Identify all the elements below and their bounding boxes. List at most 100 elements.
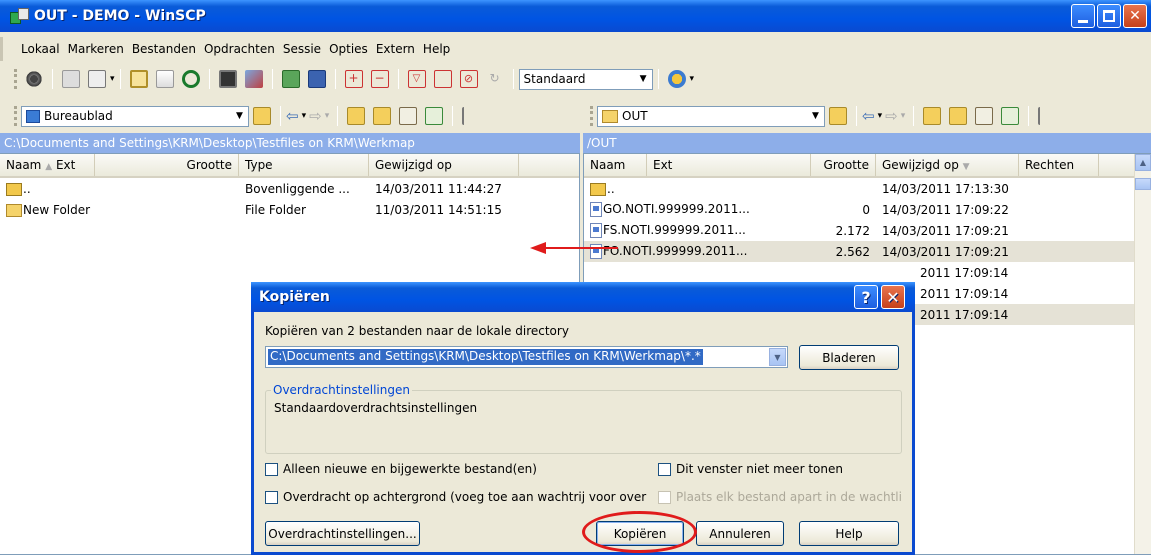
help-button[interactable]: Help (799, 521, 899, 546)
list-item[interactable]: GO.NOTI.999999.2011... 0 14/03/2011 17:0… (584, 199, 1151, 220)
compare-icon[interactable] (62, 70, 80, 88)
keep-up-to-date-icon[interactable] (155, 70, 174, 88)
target-directory-combo[interactable]: C:\Documents and Settings\KRM\Desktop\Te… (265, 346, 788, 368)
maximize-button[interactable] (1097, 4, 1121, 28)
chevron-down-icon[interactable]: ▾ (302, 111, 307, 121)
chevron-down-icon[interactable]: ▾ (110, 74, 115, 84)
cancel-button[interactable]: Annuleren (696, 521, 784, 546)
tree-view-icon[interactable] (462, 107, 480, 125)
reload-icon[interactable]: ↻ (486, 70, 504, 88)
menu-markeren[interactable]: Markeren (64, 42, 128, 56)
open-directory-icon[interactable] (829, 107, 847, 125)
menu-bestanden[interactable]: Bestanden (128, 42, 200, 56)
col-size[interactable]: Grootte (811, 154, 876, 176)
copy-dialog: Kopiëren ? ✕ Kopiëren van 2 bestanden na… (251, 282, 915, 555)
scrollbar-thumb[interactable] (1135, 178, 1151, 190)
menu-opties[interactable]: Opties (325, 42, 372, 56)
close-icon[interactable]: ✕ (881, 285, 905, 309)
refresh-session-icon[interactable] (181, 70, 200, 88)
col-ext[interactable]: Ext (647, 154, 811, 176)
vertical-scrollbar[interactable]: ▲ (1134, 154, 1151, 554)
chevron-down-icon[interactable]: ▼ (231, 107, 248, 126)
list-item[interactable]: .. Bovenliggende ... 14/03/2011 11:44:27 (0, 178, 579, 199)
select-plus-icon[interactable]: + (344, 70, 363, 88)
col-modified[interactable]: Gewijzigd op ▼ (876, 154, 1019, 176)
transfer-profile-combo[interactable]: Standaard ▼ (518, 68, 653, 90)
left-location-combo[interactable]: Bureaublad ▼ (21, 105, 249, 127)
list-item[interactable]: New Folder File Folder 11/03/2011 14:51:… (0, 199, 579, 220)
refresh-icon[interactable] (425, 107, 444, 125)
list-item[interactable]: .. 14/03/2011 17:13:30 (584, 178, 1151, 199)
clear-selection-icon[interactable]: ⊘ (459, 70, 478, 88)
root-directory-icon[interactable] (373, 107, 392, 125)
separate-queue-checkbox[interactable]: Plaats elk bestand apart in de wachtli (658, 490, 902, 504)
select-minus-icon[interactable]: − (370, 70, 389, 88)
list-item[interactable]: 2011 17:09:14 (584, 262, 1151, 283)
chevron-down-icon[interactable]: ▾ (690, 74, 695, 84)
back-arrow-icon[interactable]: ⇦ (286, 107, 299, 125)
preferences-gear-icon[interactable] (25, 70, 43, 88)
annotation-circle (582, 511, 697, 553)
chevron-down-icon[interactable]: ▾ (901, 111, 906, 121)
forward-arrow-icon[interactable]: ⇨ (309, 107, 322, 125)
toolbar-grip[interactable] (14, 69, 17, 89)
synchronize-icon[interactable] (129, 70, 148, 88)
col-type[interactable]: Type (239, 154, 369, 176)
dont-show-checkbox[interactable]: Dit venster niet meer tonen (658, 462, 843, 476)
transfer-settings-button[interactable]: Overdrachtinstellingen... (265, 521, 420, 546)
transfer-settings-icon[interactable] (667, 70, 686, 88)
parent-directory-icon[interactable] (347, 107, 366, 125)
list-item[interactable]: FO.NOTI.999999.2011... 2.562 14/03/2011 … (584, 241, 1151, 262)
scroll-up-icon[interactable]: ▲ (1135, 154, 1151, 171)
dialog-description: Kopiëren van 2 bestanden naar de lokale … (265, 324, 569, 338)
col-modified[interactable]: Gewijzigd op (369, 154, 519, 176)
tree-view-icon[interactable] (1038, 107, 1056, 125)
home-icon[interactable] (399, 107, 418, 125)
menu-lokaal[interactable]: Lokaal (17, 42, 64, 56)
target-directory-input[interactable]: C:\Documents and Settings\KRM\Desktop\Te… (268, 349, 703, 365)
forward-arrow-icon[interactable]: ⇨ (885, 107, 898, 125)
back-arrow-icon[interactable]: ⇦ (862, 107, 875, 125)
open-directory-icon[interactable] (253, 107, 271, 125)
file-icon (590, 202, 602, 217)
home-icon[interactable] (975, 107, 994, 125)
terminal-icon[interactable] (218, 70, 237, 88)
col-size[interactable]: Grootte (95, 154, 239, 176)
sort-icon[interactable] (433, 70, 452, 88)
window-title: OUT - DEMO - WinSCP (34, 8, 206, 24)
transfer-icon[interactable] (281, 70, 300, 88)
list-item[interactable]: FS.NOTI.999999.2011... 2.172 14/03/2011 … (584, 220, 1151, 241)
queue-icon[interactable] (88, 70, 106, 88)
menu-sessie[interactable]: Sessie (279, 42, 325, 56)
col-rights[interactable]: Rechten (1019, 154, 1099, 176)
root-directory-icon[interactable] (949, 107, 968, 125)
chevron-down-icon[interactable]: ▾ (878, 111, 883, 121)
left-nav-toolbar: Bureaublad ▼ ⇦ ▾ ⇨ ▾ (14, 103, 574, 129)
menu-help[interactable]: Help (419, 42, 454, 56)
toolbar-grip (590, 106, 593, 126)
parent-directory-icon[interactable] (923, 107, 942, 125)
menu-extern[interactable]: Extern (372, 42, 419, 56)
col-name[interactable]: Naam (584, 154, 647, 176)
toolbar-grip (14, 106, 17, 126)
chevron-down-icon[interactable]: ▾ (325, 111, 330, 121)
new-only-checkbox[interactable]: Alleen nieuwe en bijgewerkte bestand(en) (265, 462, 537, 476)
background-transfer-checkbox[interactable]: Overdracht op achtergrond (voeg toe aan … (265, 490, 646, 504)
help-question-icon[interactable]: ? (854, 285, 878, 309)
filter-icon[interactable]: ▽ (407, 70, 426, 88)
transfer-settings-group: Overdrachtinstellingen Standaardoverdrac… (265, 383, 902, 454)
desktop-icon (26, 109, 40, 123)
chevron-down-icon[interactable]: ▼ (769, 348, 786, 366)
close-button[interactable]: ✕ (1123, 4, 1147, 28)
chevron-down-icon[interactable]: ▼ (807, 107, 824, 126)
minimize-button[interactable] (1071, 4, 1095, 28)
chevron-down-icon[interactable]: ▼ (635, 70, 652, 89)
col-name[interactable]: Naam ▲ Ext (0, 154, 95, 176)
right-location-combo[interactable]: OUT ▼ (597, 105, 825, 127)
menu-opdrachten[interactable]: Opdrachten (200, 42, 279, 56)
refresh-icon[interactable] (1001, 107, 1020, 125)
putty-icon[interactable] (244, 70, 263, 88)
find-files-icon[interactable] (307, 70, 326, 88)
dialog-title: Kopiëren (259, 289, 330, 305)
browse-button[interactable]: Bladeren (799, 345, 899, 370)
